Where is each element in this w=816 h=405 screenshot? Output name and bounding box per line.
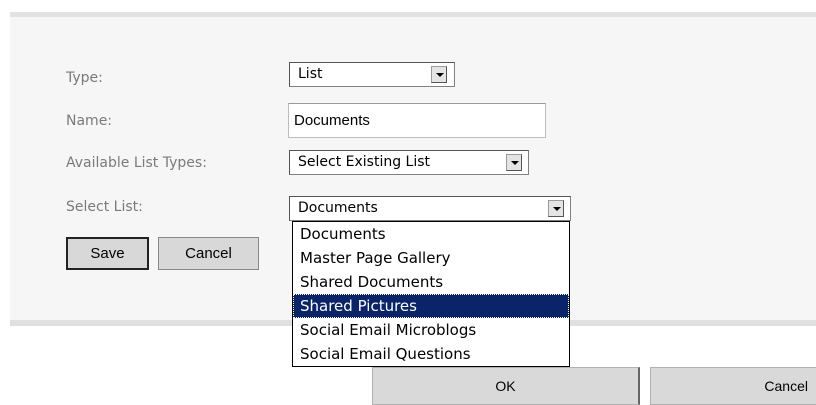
dropdown-option-master-page-gallery[interactable]: Master Page Gallery <box>293 246 569 270</box>
chevron-down-icon[interactable] <box>548 200 564 217</box>
available-list-types-label: Available List Types: <box>66 155 207 171</box>
name-label: Name: <box>66 113 113 129</box>
chevron-down-icon[interactable] <box>506 154 522 171</box>
type-select[interactable]: List <box>289 62 455 87</box>
dialog-page: Type: List Name: Documents Available Lis… <box>0 0 816 405</box>
select-list-dropdown[interactable]: Documents Master Page Gallery Shared Doc… <box>292 221 570 367</box>
dropdown-option-shared-pictures[interactable]: Shared Pictures <box>293 294 569 318</box>
ok-button[interactable]: OK <box>372 367 640 405</box>
select-list-select[interactable]: Documents <box>289 196 571 221</box>
dropdown-option-shared-documents[interactable]: Shared Documents <box>293 270 569 294</box>
type-label: Type: <box>66 70 103 86</box>
cancel-button[interactable]: Cancel <box>158 237 259 270</box>
dropdown-option-social-email-microblogs[interactable]: Social Email Microblogs <box>293 318 569 342</box>
chevron-down-icon[interactable] <box>431 66 447 83</box>
available-list-types-value: Select Existing List <box>298 154 431 170</box>
select-list-label: Select List: <box>66 199 143 215</box>
available-list-types-select[interactable]: Select Existing List <box>289 150 529 175</box>
type-select-value: List <box>298 66 323 82</box>
save-button[interactable]: Save <box>66 237 149 270</box>
dropdown-option-documents[interactable]: Documents <box>293 222 569 246</box>
dropdown-option-social-email-questions[interactable]: Social Email Questions <box>293 342 569 366</box>
select-list-value: Documents <box>298 200 378 216</box>
name-field[interactable]: Documents <box>288 103 546 138</box>
footer-cancel-button[interactable]: Cancel <box>650 367 816 405</box>
